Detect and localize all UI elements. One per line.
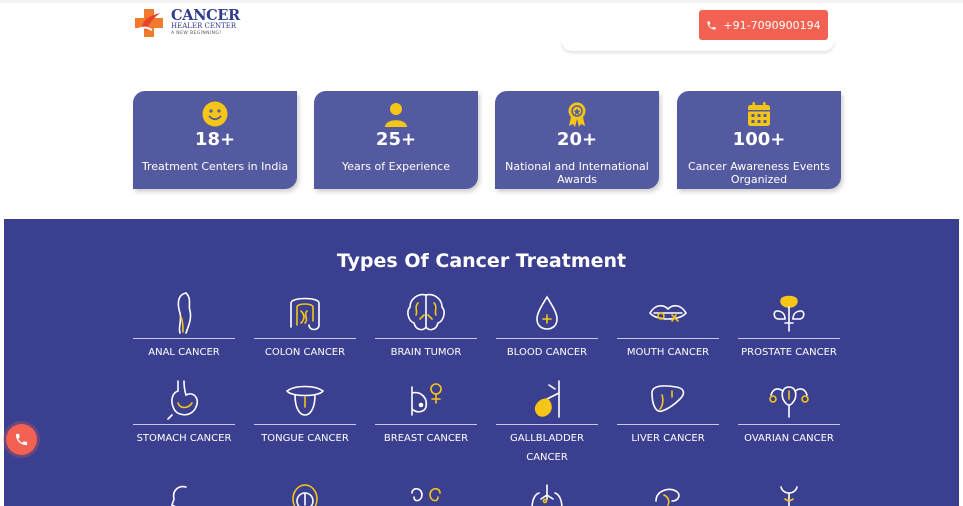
treatment-item[interactable]: [375, 481, 477, 506]
logo-tagline: A NEW BEGINNING!: [171, 31, 222, 36]
treatment-label: TONGUE CANCER: [261, 433, 349, 444]
treatment-item[interactable]: [133, 481, 235, 506]
treatment-blood[interactable]: BLOOD CANCER: [496, 289, 598, 362]
stat-label: Treatment Centers in India: [141, 160, 289, 173]
stat-value: 20+: [556, 129, 598, 150]
page: CANCER HEALER CENTER A NEW BEGINNING! +9…: [0, 0, 963, 506]
treatment-colon[interactable]: COLON CANCER: [254, 289, 356, 362]
treatment-label: MOUTH CANCER: [626, 347, 710, 358]
blood-drop-icon: [536, 295, 558, 330]
smiley-icon: [202, 101, 228, 127]
treatment-liver[interactable]: LIVER CANCER: [617, 375, 719, 448]
treatment-brain[interactable]: BRAIN TUMOR: [375, 289, 477, 362]
treatment-anal[interactable]: ANAL CANCER: [133, 289, 235, 362]
stat-card-experience: 25+ Years of Experience: [314, 91, 478, 189]
phone-icon: [15, 433, 28, 446]
tongue-icon: [285, 385, 325, 416]
treatment-item[interactable]: [496, 481, 598, 506]
stat-card-awards: 20+ National and International Awards: [495, 91, 659, 189]
treatment-label: PROSTATE CANCER: [741, 347, 837, 358]
treatment-ovarian[interactable]: OVARIAN CANCER: [738, 375, 840, 448]
logo-subtitle: HEALER CENTER: [171, 22, 237, 30]
stat-value: 18+: [194, 129, 236, 150]
treatment-label: LIVER CANCER: [631, 433, 705, 444]
gallbladder-icon: [534, 380, 560, 418]
header-top-border: [0, 0, 963, 3]
thyroid-icon: [780, 486, 798, 506]
throat-icon: [292, 484, 318, 506]
logo-cross-icon: [135, 9, 163, 37]
stat-label: National and International Awards: [505, 160, 649, 186]
logo-title: CANCER: [171, 7, 240, 24]
treatment-tongue[interactable]: TONGUE CANCER: [254, 375, 356, 448]
treatment-label: STOMACH CANCER: [136, 433, 232, 444]
treatment-label: BREAST CANCER: [383, 433, 469, 444]
breast-icon: [411, 383, 442, 416]
treatment-item[interactable]: [738, 481, 840, 506]
brain-icon: [407, 293, 445, 331]
stat-label: Cancer Awareness Events Organized: [687, 160, 831, 186]
call-button[interactable]: +91-7090900194: [699, 10, 828, 40]
treatment-label: COLON CANCER: [264, 347, 346, 358]
site-logo[interactable]: CANCER HEALER CENTER A NEW BEGINNING!: [133, 7, 243, 39]
stomach-icon: [167, 380, 199, 420]
treatment-label: ANAL CANCER: [148, 347, 220, 358]
head-icon: [171, 485, 187, 506]
treatment-item[interactable]: [617, 481, 719, 506]
treatment-label: OVARIAN CANCER: [744, 433, 834, 444]
treatment-label: GALLBLADDER CANCER: [510, 433, 584, 463]
prostate-icon: [773, 295, 805, 332]
stat-label: Years of Experience: [342, 160, 450, 173]
treatment-label: BLOOD CANCER: [506, 347, 588, 358]
calendar-icon: [748, 102, 770, 126]
section-title: Types Of Cancer Treatment: [336, 250, 627, 272]
stat-value: 25+: [375, 129, 417, 150]
treatment-item[interactable]: [254, 481, 356, 506]
phone-icon: [707, 20, 717, 30]
person-icon: [385, 103, 407, 127]
treatment-mouth[interactable]: MOUTH CANCER: [617, 289, 719, 362]
pancreas-icon: [655, 488, 680, 506]
stat-value: 100+: [732, 129, 786, 150]
treatment-label: BRAIN TUMOR: [390, 347, 462, 358]
call-button-label: +91-7090900194: [723, 18, 821, 32]
mouth-icon: [649, 304, 687, 322]
treatment-prostate[interactable]: PROSTATE CANCER: [738, 289, 840, 362]
floating-call-button[interactable]: [6, 424, 37, 455]
hero-search-pill: [562, 40, 834, 51]
liver-icon: [651, 385, 685, 413]
lungs-icon: [531, 484, 563, 506]
stat-card-events: 100+ Cancer Awareness Events Organized: [677, 91, 841, 189]
stat-card-centers: 18+ Treatment Centers in India: [133, 91, 297, 189]
anal-icon: [177, 292, 192, 334]
award-icon: [568, 102, 586, 127]
treatment-gallbladder[interactable]: GALLBLADDER CANCER: [496, 375, 598, 467]
treatment-breast[interactable]: BREAST CANCER: [375, 375, 477, 448]
colon-icon: [290, 297, 320, 331]
treatment-stomach[interactable]: STOMACH CANCER: [133, 375, 235, 448]
ovarian-icon: [769, 386, 809, 418]
kidney-icon: [411, 487, 441, 502]
